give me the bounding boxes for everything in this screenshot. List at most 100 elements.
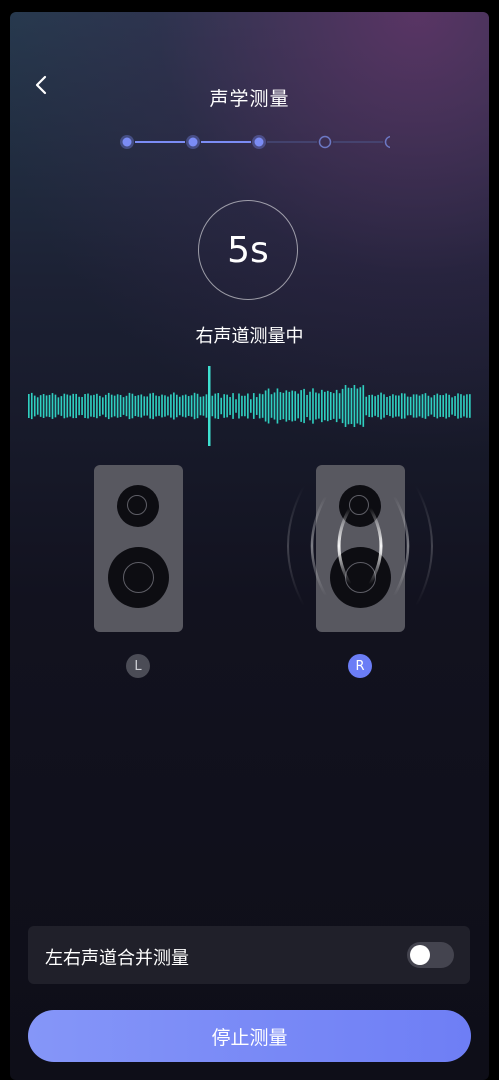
audio-waveform (28, 366, 471, 446)
waveform-bar (54, 394, 57, 418)
waveform-bar (270, 394, 273, 418)
waveform-bar (75, 393, 77, 419)
waveform-bar (335, 389, 338, 423)
waveform-bar (430, 397, 433, 415)
waveform-bar (238, 393, 240, 419)
waveform-bar (359, 387, 362, 425)
waveform-bar (356, 388, 359, 424)
waveform-bar (326, 390, 329, 422)
waveform-bar (344, 385, 347, 427)
waveform-playhead (208, 366, 211, 446)
waveform-bar (190, 395, 193, 417)
waveform-bar (42, 394, 45, 418)
waveform-bar (303, 388, 305, 424)
waveform-bar (451, 397, 453, 415)
merge-channels-row: 左右声道合并测量 (28, 926, 470, 984)
waveform-bar (122, 397, 125, 415)
waveform-bar (276, 388, 279, 424)
waveform-bar (178, 396, 181, 416)
waveform-bar (173, 392, 175, 420)
waveform-bar (309, 391, 311, 421)
waveform-bar (143, 396, 146, 416)
waveform-bar (409, 396, 412, 416)
waveform-bar (297, 393, 299, 419)
right-speaker-woofer (330, 547, 391, 608)
waveform-bar (318, 393, 320, 419)
stepper-step (384, 135, 390, 149)
waveform-bar (99, 395, 101, 417)
waveform-bar (306, 394, 308, 418)
countdown-value: 5s (227, 229, 269, 271)
waveform-bar (164, 395, 166, 417)
waveform-bar (39, 395, 42, 417)
waveform-bar (264, 390, 267, 422)
waveform-bar (60, 396, 63, 416)
waveform-bar (415, 394, 418, 418)
waveform-bar (400, 393, 403, 419)
waveform-bar (412, 394, 415, 418)
right-speaker (316, 465, 405, 632)
waveform-bar (202, 396, 205, 416)
waveform-bar (152, 392, 154, 420)
stop-measurement-label: 停止测量 (211, 1026, 288, 1049)
stop-measurement-button[interactable]: 停止测量 (28, 1010, 471, 1062)
waveform-bar (30, 392, 33, 420)
waveform-bar (33, 395, 36, 417)
waveform-bar (463, 395, 465, 417)
waveform-bar (448, 394, 450, 418)
waveform-bar (128, 392, 131, 420)
waveform-bar (161, 394, 163, 418)
waveform-bar (403, 393, 406, 419)
right-channel-badge: R (348, 654, 372, 678)
waveform-bar (232, 393, 234, 419)
waveform-bar (439, 395, 442, 417)
waveform-bar (113, 395, 116, 417)
waveform-bar (51, 393, 54, 419)
waveform-bar (386, 396, 388, 416)
merge-channels-toggle[interactable] (407, 942, 454, 968)
waveform-bar (87, 393, 89, 419)
waveform-bar (199, 396, 202, 416)
waveform-bar (119, 394, 122, 418)
waveform-bar (48, 394, 51, 418)
waveform-bar (273, 392, 276, 420)
waveform-bar (350, 388, 353, 424)
waveform-bar (84, 394, 86, 418)
waveform-bar (315, 392, 317, 420)
waveform-bar (158, 396, 160, 416)
waveform-bar (380, 392, 382, 420)
left-speaker-tweeter (117, 485, 159, 527)
waveform-bar (291, 390, 294, 422)
waveform-bar (167, 396, 169, 416)
waveform-bar (285, 390, 288, 422)
waveform-bar (321, 389, 323, 423)
waveform-bar (63, 393, 66, 419)
waveform-bar (433, 395, 436, 417)
waveform-bar (338, 393, 341, 419)
waveform-bar (134, 395, 137, 417)
waveform-bar (184, 394, 187, 418)
waveform-bar (78, 396, 80, 416)
waveform-bar (170, 394, 172, 418)
waveform-bar (247, 393, 249, 419)
waveform-bar (436, 393, 439, 419)
waveform-bar (389, 395, 391, 417)
waveform-bar (57, 397, 60, 415)
waveform-bar (258, 393, 261, 419)
waveform-bar (146, 396, 149, 416)
toggle-knob (410, 945, 430, 965)
waveform-bar (176, 394, 178, 418)
stepper-step (252, 135, 266, 149)
waveform-bar (267, 388, 270, 424)
waveform-bar (93, 394, 95, 418)
waveform-bar (181, 395, 184, 417)
waveform-bar (45, 395, 48, 417)
waveform-bar (368, 394, 371, 418)
waveform-bar (137, 395, 140, 417)
waveform-bar (454, 396, 456, 416)
waveform-bar (427, 395, 430, 417)
measurement-status: 右声道测量中 (195, 326, 304, 347)
waveform-bar (241, 395, 243, 417)
waveform-bar (392, 394, 394, 418)
waveform-bar (116, 394, 119, 418)
